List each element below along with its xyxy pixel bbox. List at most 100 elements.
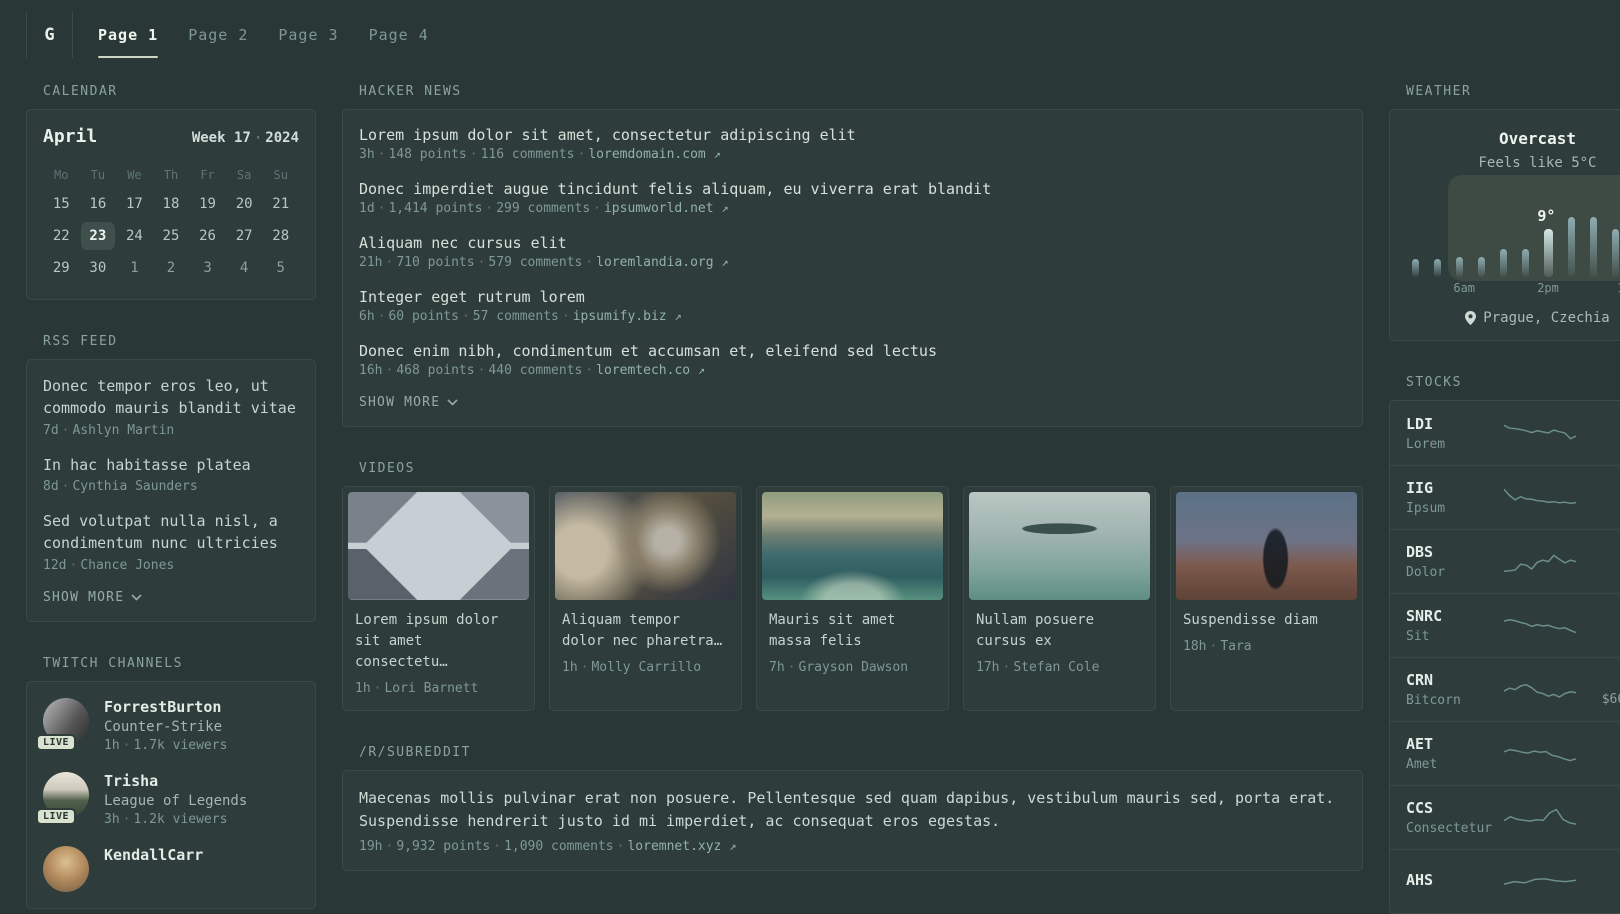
stock-row[interactable]: AHS +0.46% xyxy=(1390,849,1620,913)
hn-domain-link[interactable]: ipsumworld.net xyxy=(604,201,714,216)
video-meta: 17h · Stefan Cole xyxy=(976,660,1100,675)
hn-domain-link[interactable]: loremdomain.com xyxy=(588,147,705,162)
video-card[interactable]: Lorem ipsum dolor sit amet consectetu… 1… xyxy=(342,486,535,711)
channel-name[interactable]: ForrestBurton xyxy=(104,698,227,716)
stock-row[interactable]: AET Amet +0.92% $499.72 xyxy=(1390,721,1620,785)
tab-page-1[interactable]: Page 1 xyxy=(83,12,173,58)
hn-item-title[interactable]: Donec enim nibh, condimentum et accumsan… xyxy=(359,342,1346,360)
live-badge: LIVE xyxy=(36,807,77,825)
subreddit-section: /R/SUBREDDIT Maecenas mollis pulvinar er… xyxy=(342,745,1363,871)
weather-bar xyxy=(1456,257,1463,277)
calendar-day: 28 xyxy=(272,227,290,244)
weather-card: Overcast Feels like 5°C 9° 6am 2pm Pragu… xyxy=(1389,109,1620,341)
video-card[interactable]: Mauris sit amet massa felis 7h · Grayson D… xyxy=(756,486,949,711)
weather-bar xyxy=(1612,229,1619,277)
hn-item-title[interactable]: Lorem ipsum dolor sit amet, consectetur … xyxy=(359,126,1346,144)
hn-domain-link[interactable]: ipsumify.biz xyxy=(573,309,667,324)
twitch-channel-row[interactable]: KendallCarr xyxy=(43,845,299,892)
calendar-day: 27 xyxy=(235,227,253,244)
stock-name: Lorem xyxy=(1406,436,1446,452)
videos-section: VIDEOS Lorem ipsum dolor sit amet consec… xyxy=(342,461,1363,711)
x-tick-label: 6am xyxy=(1453,281,1476,295)
hackernews-show-more-button[interactable]: SHOW MORE xyxy=(359,395,1346,410)
video-title[interactable]: Lorem ipsum dolor sit amet consectetu… xyxy=(355,610,522,673)
stock-row[interactable]: CCS Consectetur +0.51% $165.84 xyxy=(1390,785,1620,849)
video-title[interactable]: Aliquam tempor dolor nec pharetra… xyxy=(562,610,729,652)
hn-item-meta: 21h · 710 points · 579 comments · loremlandia.… xyxy=(359,255,729,270)
twitch-channel-row[interactable]: LIVE Trisha League of Legends 3h · 1.2k vi… xyxy=(36,771,299,827)
stock-symbol: CRN xyxy=(1406,671,1434,689)
hn-item-meta: 6h · 60 points · 57 comments · ipsumify.biz ↗ xyxy=(359,309,682,324)
stock-row[interactable]: IIG Ipsum +2.84% $42.04 xyxy=(1390,465,1620,529)
hn-item-title[interactable]: Donec imperdiet augue tincidunt felis al… xyxy=(359,180,1346,198)
stock-row[interactable]: DBS Dolor +1.42% $156.28 xyxy=(1390,529,1620,593)
video-title[interactable]: Nullam posuere cursus ex xyxy=(976,610,1143,652)
weather-bar xyxy=(1568,217,1575,277)
hn-item: Donec imperdiet augue tincidunt felis al… xyxy=(359,180,1346,216)
rss-show-more-button[interactable]: SHOW MORE xyxy=(43,590,299,605)
stocks-card: LDI Lorem +4.35% $795.18 IIG Ipsum xyxy=(1389,400,1620,914)
stock-price: $156.28 xyxy=(1576,564,1620,579)
video-card[interactable]: Suspendisse diam 18h · Tara xyxy=(1170,486,1363,711)
stock-row[interactable]: CRN Bitcorn -1.00% $66,171.48 xyxy=(1390,657,1620,721)
stock-price: $42.04 xyxy=(1576,500,1620,515)
subreddit-post-title[interactable]: Maecenas mollis pulvinar erat non posuer… xyxy=(359,787,1346,834)
rss-item-title[interactable]: In hac habitasse platea xyxy=(43,455,299,477)
hackernews-heading: HACKER NEWS xyxy=(359,84,462,99)
rss-item-title[interactable]: Sed volutpat nulla nisl, a condimentum n… xyxy=(43,511,299,555)
chevron-down-icon xyxy=(131,594,142,601)
twitch-channel-row[interactable]: LIVE ForrestBurton Counter-Strike 1h · 1.7… xyxy=(36,697,299,753)
stock-row[interactable]: SNRC Sit +1.36% $148.64 xyxy=(1390,593,1620,657)
stock-name: Amet xyxy=(1406,757,1438,772)
calendar-day: 17 xyxy=(125,195,143,212)
channel-meta: 3h · 1.2k viewers xyxy=(104,811,228,827)
calendar-day: 16 xyxy=(89,195,107,212)
video-thumbnail xyxy=(762,492,943,600)
dow-label: We xyxy=(127,168,142,182)
tab-page-4[interactable]: Page 4 xyxy=(354,12,444,58)
channel-name[interactable]: Trisha xyxy=(104,772,247,790)
hn-item-title[interactable]: Integer eget rutrum lorem xyxy=(359,288,1346,306)
stock-change: +1.42% xyxy=(1576,544,1620,560)
tab-page-2[interactable]: Page 2 xyxy=(173,12,263,58)
video-title[interactable]: Suspendisse diam xyxy=(1183,610,1350,631)
twitch-heading: TWITCH CHANNELS xyxy=(43,655,183,671)
middle-column: HACKER NEWS Lorem ipsum dolor sit amet, … xyxy=(342,84,1363,871)
stock-change: +0.46% xyxy=(1576,872,1620,888)
weather-bars xyxy=(1412,217,1620,277)
video-title[interactable]: Mauris sit amet massa felis xyxy=(769,610,936,652)
calendar-day: 30 xyxy=(89,259,107,276)
hn-item-meta: 3h · 148 points · 116 comments · loremdomain.c… xyxy=(359,147,721,162)
channel-name[interactable]: KendallCarr xyxy=(104,846,203,864)
calendar-day: 26 xyxy=(199,227,216,244)
weather-bar xyxy=(1522,248,1529,277)
logo[interactable]: G xyxy=(26,12,73,58)
hn-item-title[interactable]: Aliquam nec cursus elit xyxy=(359,234,1346,252)
external-link-icon: ↗ xyxy=(721,255,729,269)
rss-item-meta: 12d · Chance Jones xyxy=(43,557,175,573)
dashboard-grid: CALENDAR April Week 17 · 2024 Mo Tu We Th … xyxy=(0,84,1620,914)
stock-sparkline xyxy=(1504,683,1576,698)
subreddit-domain-link[interactable]: loremnet.xyz xyxy=(627,839,721,854)
hn-domain-link[interactable]: loremtech.co xyxy=(596,363,690,378)
stock-change: +4.35% xyxy=(1576,416,1620,432)
hn-item-meta: 1d · 1,414 points · 299 comments · ipsumworld.… xyxy=(359,201,729,216)
calendar-day: 4 xyxy=(239,259,249,276)
channel-game: Counter-Strike xyxy=(104,718,223,735)
stock-change: +0.92% xyxy=(1576,736,1620,752)
stock-change: +1.36% xyxy=(1576,608,1620,624)
left-column: CALENDAR April Week 17 · 2024 Mo Tu We Th … xyxy=(26,84,316,909)
stock-row[interactable]: LDI Lorem +4.35% $795.18 xyxy=(1390,401,1620,465)
video-card[interactable]: Aliquam tempor dolor nec pharetra… 1h · Mo… xyxy=(549,486,742,711)
video-card[interactable]: Nullam posuere cursus ex 17h · Stefan Cole xyxy=(963,486,1156,711)
hn-domain-link[interactable]: loremlandia.org xyxy=(596,255,713,270)
stock-sparkline xyxy=(1504,488,1576,504)
calendar-day: 21 xyxy=(272,195,290,212)
stock-sparkline xyxy=(1504,877,1576,885)
channel-game: League of Legends xyxy=(104,792,248,809)
rss-item-title[interactable]: Donec tempor eros leo, ut commodo mauris… xyxy=(43,376,299,420)
video-thumbnail xyxy=(555,492,736,600)
tab-page-3[interactable]: Page 3 xyxy=(263,12,353,58)
video-thumbnail xyxy=(1176,492,1357,600)
stock-symbol: DBS xyxy=(1406,543,1434,561)
